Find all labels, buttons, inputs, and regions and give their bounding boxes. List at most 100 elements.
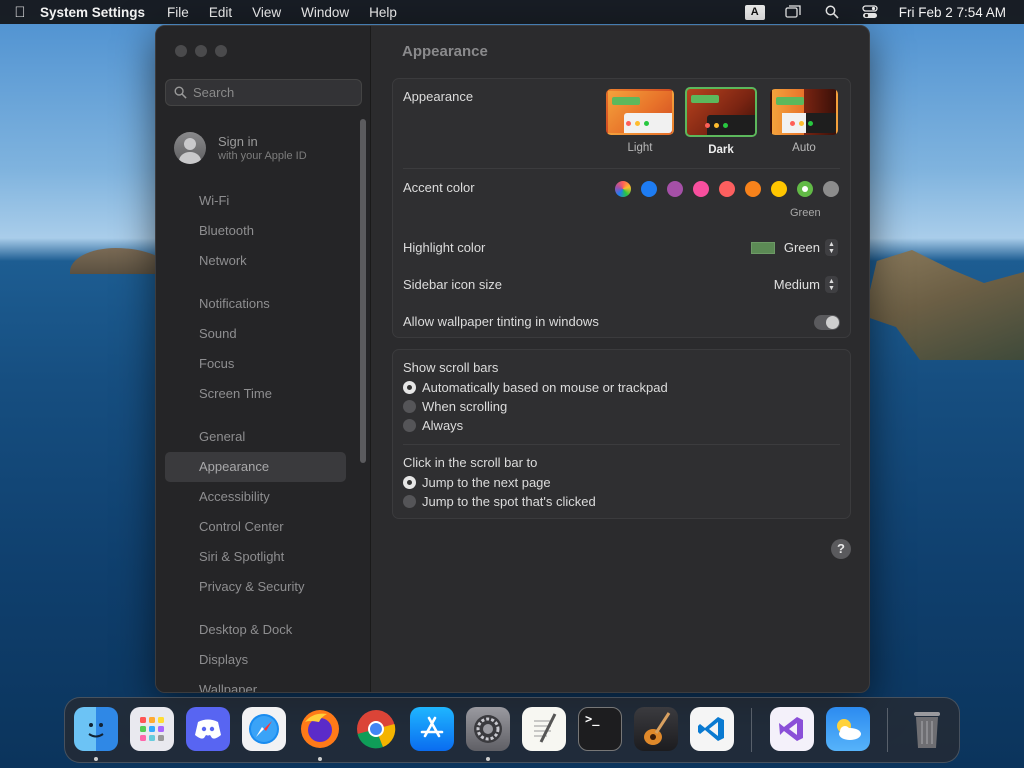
sidebar-item-sound[interactable]: Sound bbox=[165, 319, 346, 349]
accent-graphite-swatch[interactable] bbox=[823, 181, 839, 197]
apple-menu-icon[interactable]:  bbox=[0, 4, 40, 21]
weather-icon[interactable] bbox=[826, 707, 870, 751]
sidebar-item-focus[interactable]: Focus bbox=[165, 349, 346, 379]
avatar bbox=[174, 132, 206, 164]
sidebar-icon-size-popup[interactable]: Medium ▲ ▼ bbox=[774, 276, 838, 293]
sidebar-nav: Wi-Fi Bluetooth Network Notifications So… bbox=[165, 186, 346, 692]
scroll-always-option[interactable]: Always bbox=[403, 418, 463, 433]
sidebar-item-general[interactable]: General bbox=[165, 422, 346, 452]
accent-color-picker bbox=[615, 181, 839, 197]
radio-selected bbox=[403, 381, 416, 394]
discord-icon[interactable] bbox=[186, 707, 230, 751]
menu-edit[interactable]: Edit bbox=[209, 5, 232, 20]
accent-purple-swatch[interactable] bbox=[667, 181, 683, 197]
theme-auto-option[interactable]: Auto bbox=[768, 89, 840, 154]
system-settings-dock-icon[interactable] bbox=[466, 707, 510, 751]
sidebar-icon-size-label: Sidebar icon size bbox=[403, 277, 502, 292]
system-settings-window: Search Sign in with your Apple ID Wi-Fi … bbox=[155, 25, 870, 693]
terminal-prompt-glyph: >_ bbox=[585, 712, 600, 726]
accent-green-swatch[interactable] bbox=[797, 181, 813, 197]
search-placeholder: Search bbox=[193, 85, 235, 100]
vscode-icon[interactable] bbox=[690, 707, 734, 751]
finder-icon[interactable] bbox=[74, 707, 118, 751]
close-button[interactable] bbox=[175, 45, 187, 57]
chrome-icon[interactable] bbox=[354, 707, 398, 751]
visual-studio-icon[interactable] bbox=[770, 707, 814, 751]
search-input[interactable]: Search bbox=[165, 79, 362, 106]
highlight-color-popup[interactable]: Green ▲ ▼ bbox=[750, 239, 838, 256]
accent-yellow-swatch[interactable] bbox=[771, 181, 787, 197]
wallpaper-tinting-toggle[interactable] bbox=[814, 315, 840, 330]
menubar-clock[interactable]: Fri Feb 2 7:54 AM bbox=[899, 5, 1006, 20]
jump-next-page-label: Jump to the next page bbox=[422, 475, 551, 490]
sidebar-item-privacy-security[interactable]: Privacy & Security bbox=[165, 572, 346, 602]
sidebar-item-desktop-dock[interactable]: Desktop & Dock bbox=[165, 615, 346, 645]
theme-light-option[interactable]: Light bbox=[604, 89, 676, 154]
accent-color-label: Accent color bbox=[403, 180, 475, 195]
menu-view[interactable]: View bbox=[252, 5, 281, 20]
icon-size-value: Medium bbox=[773, 277, 820, 292]
dock-separator bbox=[751, 708, 752, 752]
terminal-icon[interactable]: >_ bbox=[578, 707, 622, 751]
chevron-up-down-icon: ▲ ▼ bbox=[825, 239, 838, 256]
zoom-button[interactable] bbox=[215, 45, 227, 57]
launchpad-icon[interactable] bbox=[130, 707, 174, 751]
mission-control-icon[interactable] bbox=[785, 5, 803, 19]
accent-red-swatch[interactable] bbox=[719, 181, 735, 197]
theme-light-caption: Light bbox=[627, 142, 653, 154]
scroll-when-scrolling-label: When scrolling bbox=[422, 399, 508, 414]
sidebar-item-accessibility[interactable]: Accessibility bbox=[165, 482, 346, 512]
sidebar-item-bluetooth[interactable]: Bluetooth bbox=[165, 216, 346, 246]
radio-unselected bbox=[403, 400, 416, 413]
radio-selected bbox=[403, 476, 416, 489]
scroll-bars-panel: Show scroll bars Automatically based on … bbox=[392, 349, 851, 519]
menu-file[interactable]: File bbox=[167, 5, 189, 20]
theme-auto-thumbnail bbox=[770, 89, 838, 135]
safari-icon[interactable] bbox=[242, 707, 286, 751]
apple-id-signin[interactable]: Sign in with your Apple ID bbox=[174, 132, 307, 164]
wallpaper-tinting-label: Allow wallpaper tinting in windows bbox=[403, 314, 599, 329]
jump-spot-label: Jump to the spot that's clicked bbox=[422, 494, 596, 509]
accent-orange-swatch[interactable] bbox=[745, 181, 761, 197]
garageband-icon[interactable] bbox=[634, 707, 678, 751]
trash-icon[interactable] bbox=[905, 707, 949, 751]
accent-blue-swatch[interactable] bbox=[641, 181, 657, 197]
accent-multicolor-swatch[interactable] bbox=[615, 181, 631, 197]
sidebar-item-notifications[interactable]: Notifications bbox=[165, 289, 346, 319]
sidebar-item-network[interactable]: Network bbox=[165, 246, 346, 276]
appearance-label: Appearance bbox=[403, 89, 474, 104]
minimize-button[interactable] bbox=[195, 45, 207, 57]
sidebar-item-control-center[interactable]: Control Center bbox=[165, 512, 346, 542]
input-source-icon[interactable]: A bbox=[744, 4, 765, 20]
jump-spot-option[interactable]: Jump to the spot that's clicked bbox=[403, 494, 596, 509]
wallpaper-cliff bbox=[864, 250, 1024, 360]
sidebar-item-siri-spotlight[interactable]: Siri & Spotlight bbox=[165, 542, 346, 572]
main-content: Appearance Appearance Light Dark Auto Ac… bbox=[372, 26, 869, 692]
window-controls bbox=[175, 45, 227, 57]
sidebar-scrollbar[interactable] bbox=[360, 119, 366, 463]
menu-help[interactable]: Help bbox=[369, 5, 397, 20]
highlight-color-value: Green bbox=[783, 240, 820, 255]
theme-dark-option[interactable]: Dark bbox=[685, 87, 757, 156]
scroll-when-scrolling-option[interactable]: When scrolling bbox=[403, 399, 507, 414]
menu-window[interactable]: Window bbox=[301, 5, 349, 20]
spotlight-search-icon[interactable] bbox=[823, 5, 841, 19]
sidebar-item-wallpaper[interactable]: Wallpaper bbox=[165, 675, 346, 692]
show-scroll-bars-label: Show scroll bars bbox=[403, 360, 499, 375]
textedit-icon[interactable] bbox=[522, 707, 566, 751]
theme-dark-caption: Dark bbox=[708, 144, 734, 156]
firefox-icon[interactable] bbox=[298, 707, 342, 751]
scroll-auto-option[interactable]: Automatically based on mouse or trackpad bbox=[403, 380, 668, 395]
jump-next-page-option[interactable]: Jump to the next page bbox=[403, 475, 551, 490]
help-button[interactable]: ? bbox=[831, 539, 851, 559]
control-center-icon[interactable] bbox=[861, 5, 879, 19]
sidebar-item-screen-time[interactable]: Screen Time bbox=[165, 379, 346, 409]
signin-title: Sign in bbox=[218, 134, 258, 149]
app-store-icon[interactable] bbox=[410, 707, 454, 751]
appearance-panel: Appearance Light Dark Auto Accent color … bbox=[392, 78, 851, 338]
accent-pink-swatch[interactable] bbox=[693, 181, 709, 197]
sidebar-item-appearance[interactable]: Appearance bbox=[165, 452, 346, 482]
sidebar-item-wifi[interactable]: Wi-Fi bbox=[165, 186, 346, 216]
app-menu[interactable]: System Settings bbox=[40, 5, 145, 20]
sidebar-item-displays[interactable]: Displays bbox=[165, 645, 346, 675]
